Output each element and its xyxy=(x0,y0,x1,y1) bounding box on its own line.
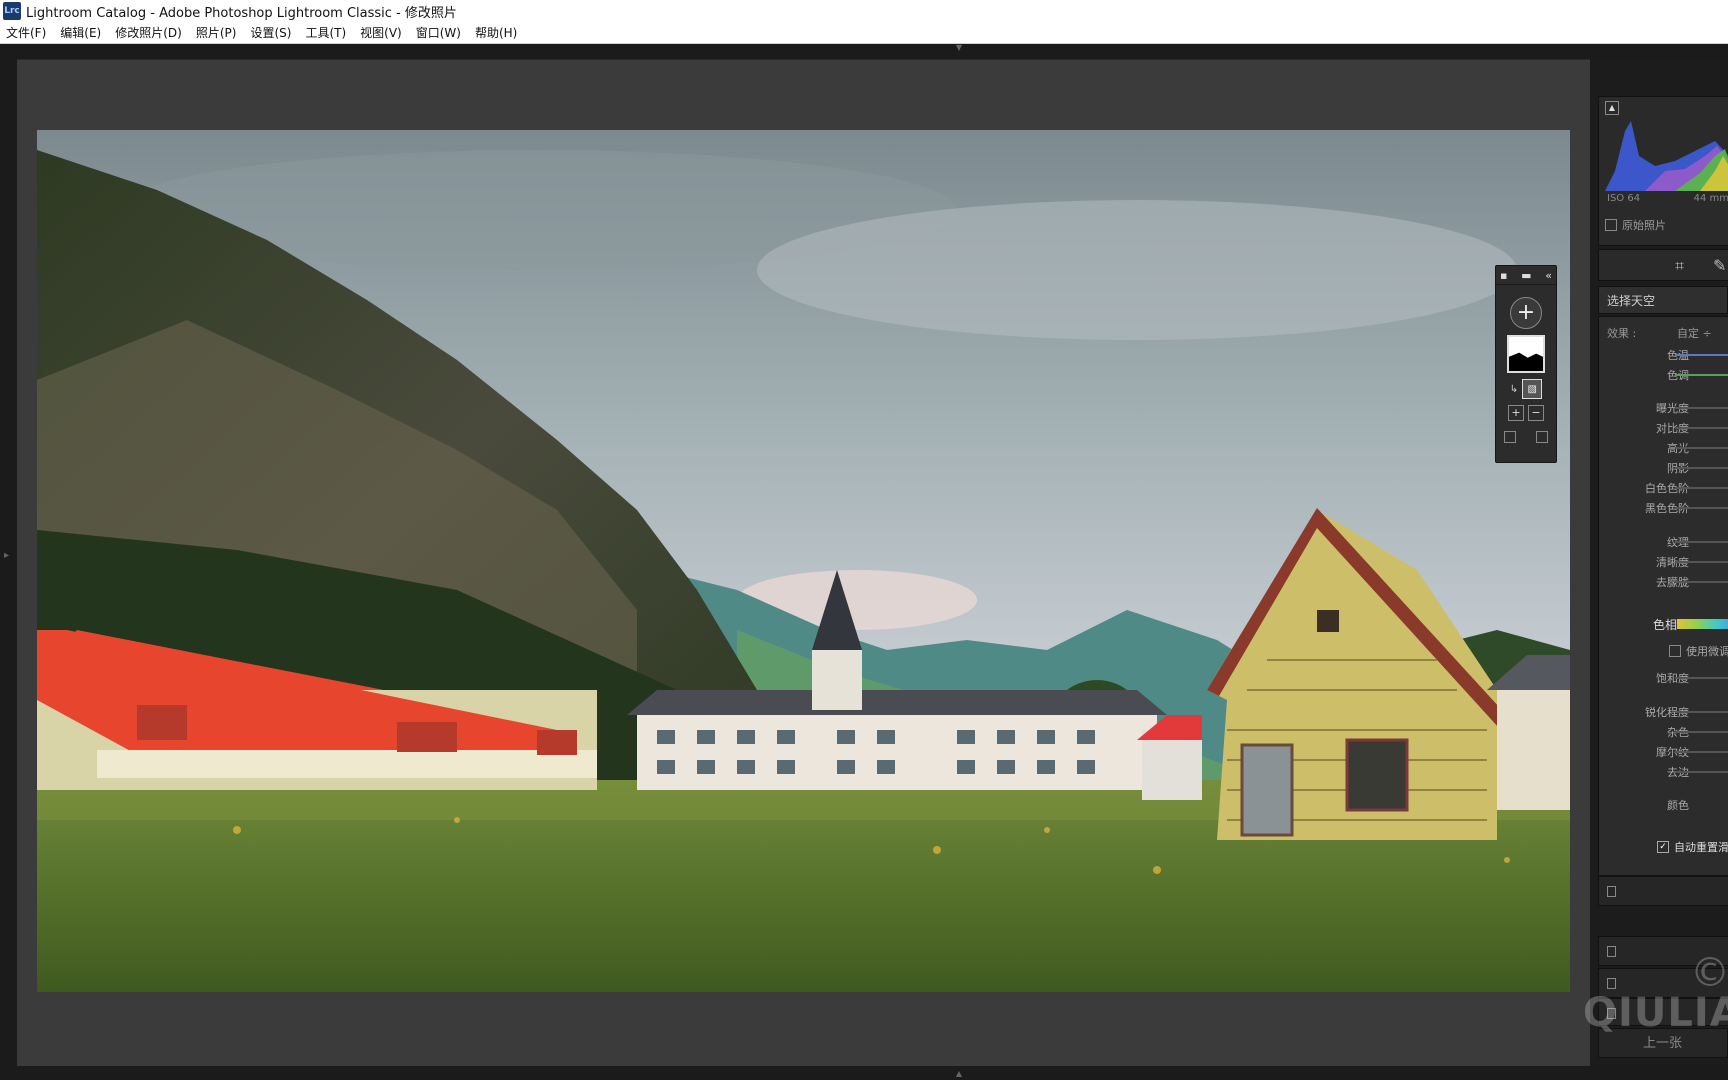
effect-label: 效果 : xyxy=(1607,327,1637,340)
menu-file[interactable]: 文件(F) xyxy=(0,24,53,41)
submask-thumbnail[interactable]: ▧ xyxy=(1522,379,1543,399)
show-overlay-checkbox[interactable] xyxy=(1504,431,1516,443)
slider-sharpness[interactable]: 锐化程度 xyxy=(1599,704,1728,720)
slider-noise[interactable]: 杂色 xyxy=(1599,724,1728,740)
slider-dehaze[interactable]: 去朦胧 xyxy=(1599,574,1728,590)
menu-settings[interactable]: 设置(S) xyxy=(243,24,298,41)
slider-clarity[interactable]: 清晰度 xyxy=(1599,554,1728,570)
histogram-panel: ▲ ISO 64 44 mm 原始照片 xyxy=(1598,96,1728,246)
collapse-icon[interactable]: « xyxy=(1545,269,1552,282)
subtract-submask-button[interactable]: − xyxy=(1528,405,1544,421)
hue-label: 色相 xyxy=(1653,618,1678,632)
add-mask-button[interactable]: + xyxy=(1510,297,1542,329)
lightroom-app-icon[interactable]: Lrc xyxy=(3,2,21,20)
menu-photo[interactable]: 照片(P) xyxy=(189,24,244,41)
menu-bar: 文件(F) 编辑(E) 修改照片(D) 照片(P) 设置(S) 工具(T) 视图… xyxy=(0,22,1728,44)
overlay-options-icon[interactable] xyxy=(1536,431,1548,443)
focal-length: 44 mm xyxy=(1693,193,1728,204)
panel-switch-icon[interactable] xyxy=(1607,978,1616,989)
window-title: Lightroom Catalog - Adobe Photoshop Ligh… xyxy=(26,5,457,21)
slider-whites[interactable]: 白色色阶 xyxy=(1599,480,1728,496)
slider-defringe[interactable]: 去边 xyxy=(1599,764,1728,780)
panel-toggle-icon[interactable] xyxy=(1607,886,1616,897)
bottom-panel-toggle-icon[interactable]: ▲ xyxy=(952,1070,966,1078)
mask-panel-header: ▪ ▬ « xyxy=(1496,266,1556,284)
hue-slider[interactable] xyxy=(1677,619,1728,629)
healing-brush-icon[interactable]: ✎ xyxy=(1713,256,1726,275)
mask-name-header: 选择天空 xyxy=(1598,286,1728,314)
auto-reset-checkbox[interactable]: ✓ xyxy=(1657,841,1669,853)
original-photo-checkbox[interactable] xyxy=(1605,219,1617,231)
tool-strip: ⌗ ✎ xyxy=(1598,249,1728,281)
menu-window[interactable]: 窗口(W) xyxy=(409,24,468,41)
fine-adjust-toggle[interactable]: 使用微调 xyxy=(1669,643,1728,659)
minimize-icon[interactable]: ▬ xyxy=(1521,269,1531,282)
crop-icon[interactable]: ⌗ xyxy=(1675,256,1684,276)
watermark: QIULIAN xyxy=(1583,990,1728,1036)
slider-contrast[interactable]: 对比度 xyxy=(1599,420,1728,436)
menu-edit[interactable]: 编辑(E) xyxy=(53,24,108,41)
submask-arrow-icon: ↳ xyxy=(1509,383,1519,395)
slider-texture[interactable]: 纹理 xyxy=(1599,534,1728,550)
slider-saturation[interactable]: 饱和度 xyxy=(1599,670,1728,686)
title-bar: Lrc Lightroom Catalog - Adobe Photoshop … xyxy=(0,0,1728,22)
mask-panel: ▪ ▬ « + ↳ ▧ + − xyxy=(1495,265,1557,463)
iso-value: ISO 64 xyxy=(1607,193,1641,204)
slider-moire[interactable]: 摩尔纹 xyxy=(1599,744,1728,760)
slider-highlights[interactable]: 高光 xyxy=(1599,440,1728,456)
top-panel-toggle-icon[interactable]: ▼ xyxy=(952,44,966,52)
slider-tint[interactable]: 色调 xyxy=(1599,367,1728,383)
menu-develop[interactable]: 修改照片(D) xyxy=(108,24,189,41)
add-submask-button[interactable]: + xyxy=(1508,405,1524,421)
histogram-chart xyxy=(1605,121,1728,191)
original-photo-toggle[interactable]: 原始照片 xyxy=(1605,217,1666,233)
sky-mask-thumbnail[interactable] xyxy=(1507,335,1545,373)
slider-shadows[interactable]: 阴影 xyxy=(1599,460,1728,476)
menu-view[interactable]: 视图(V) xyxy=(353,24,409,41)
slider-temp[interactable]: 色温 xyxy=(1599,347,1728,363)
mask-overlay-toggle-icon[interactable]: ▪ xyxy=(1500,269,1507,282)
photo-preview[interactable] xyxy=(37,130,1570,992)
slider-blacks[interactable]: 黑色色阶 xyxy=(1599,500,1728,516)
menu-tools[interactable]: 工具(T) xyxy=(298,24,353,41)
panel-footer xyxy=(1598,876,1728,906)
left-panel-toggle-icon[interactable]: ▸ xyxy=(4,550,12,564)
panel-switch-icon[interactable] xyxy=(1607,946,1616,957)
landscape-photo xyxy=(37,130,1570,992)
fine-adjust-checkbox[interactable] xyxy=(1669,645,1681,657)
auto-reset-sliders-toggle[interactable]: ✓ 自动重置滑块 xyxy=(1657,839,1728,855)
shadow-clipping-icon[interactable]: ▲ xyxy=(1605,101,1619,115)
slider-exposure[interactable]: 曝光度 xyxy=(1599,400,1728,416)
mask-adjustments-panel: 效果 : 自定 ÷ 色温 色调 曝光度 对比度 高光 阴影 白色色阶 黑色色阶 … xyxy=(1598,316,1728,876)
menu-help[interactable]: 帮助(H) xyxy=(468,24,524,41)
color-swatch-row[interactable]: 颜色 xyxy=(1599,797,1728,813)
effect-preset-select[interactable]: 自定 ÷ xyxy=(1677,325,1712,341)
